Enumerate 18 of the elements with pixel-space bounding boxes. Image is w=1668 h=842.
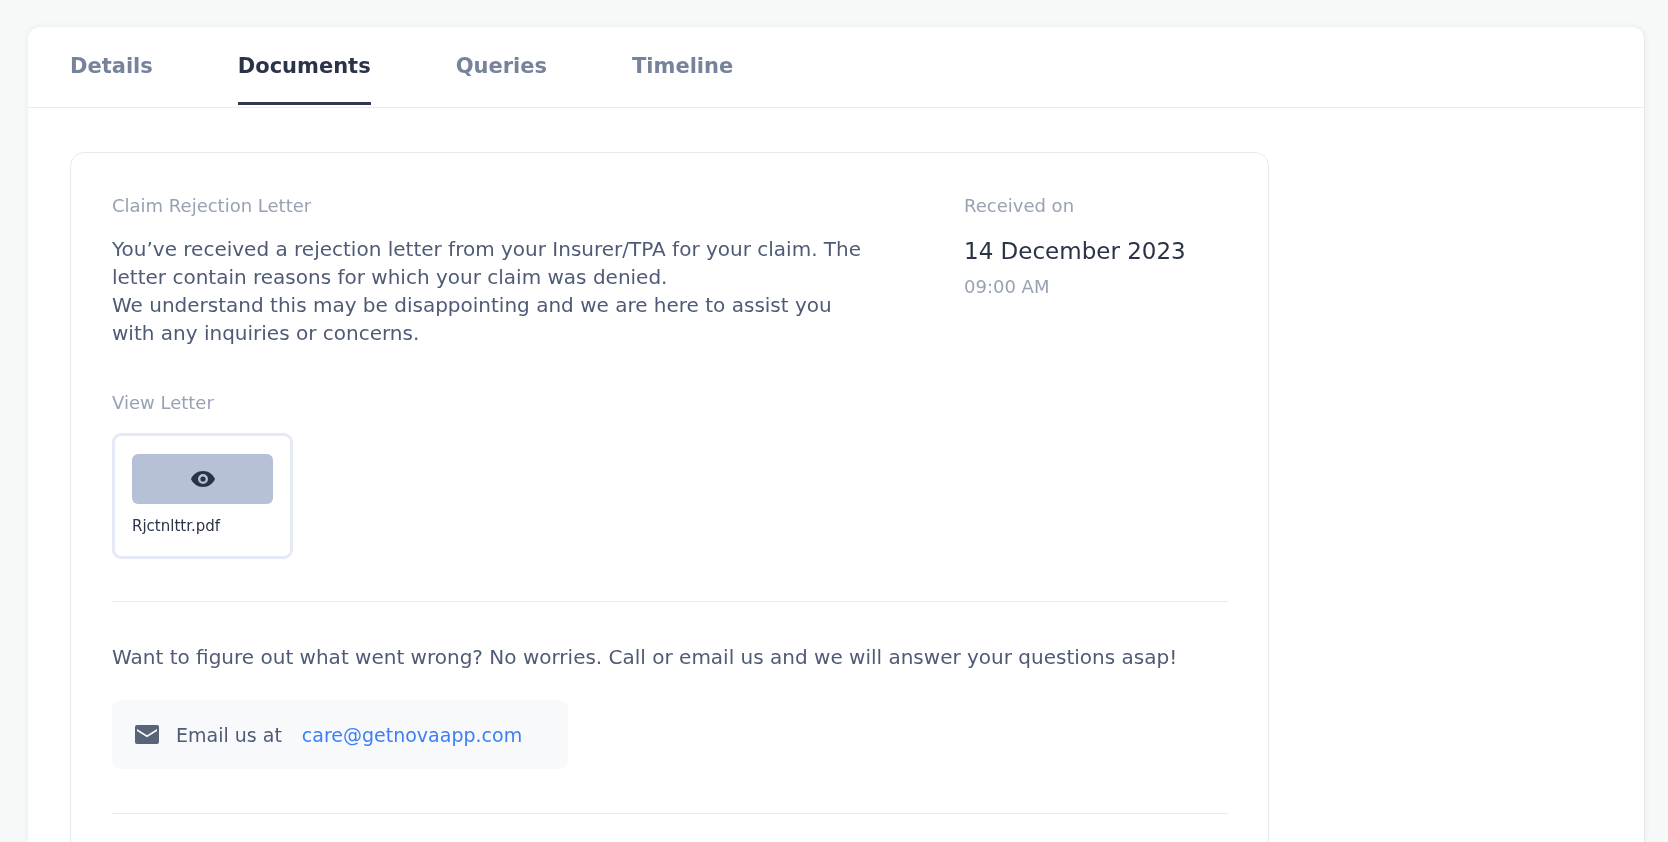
email-link[interactable]: care@getnovaapp.com xyxy=(301,723,523,746)
tab[interactable]: Timeline xyxy=(632,27,734,105)
tab[interactable]: Details xyxy=(70,27,153,105)
received-date: 14 December 2023 xyxy=(964,237,1186,266)
received-label: Received on xyxy=(964,194,1075,218)
eye-icon xyxy=(190,471,215,487)
letter-description: We understand this may be disappointing and we are here to assist you with any inquiries or concerns. xyxy=(112,292,833,347)
tab[interactable]: Documents xyxy=(237,27,371,105)
tab[interactable]: Queries xyxy=(455,27,547,105)
file-card[interactable]: Rjctnlttr.pdf xyxy=(112,433,293,559)
email-label: Email us at xyxy=(176,723,282,746)
file-name: Rjctnlttr.pdf xyxy=(132,516,221,536)
mail-icon xyxy=(135,725,159,744)
received-time: 09:00 AM xyxy=(964,275,1050,299)
letter-description: You’ve received a rejection letter from your Insurer/TPA for your claim. The letter contain reasons for which your claim was denied. xyxy=(112,236,863,291)
view-letter-label: View Letter xyxy=(112,391,214,415)
letter-title: Claim Rejection Letter xyxy=(112,194,312,218)
help-message: Want to figure out what went wrong? No worries. Call or email us and we will answer your questions asap! xyxy=(112,644,1178,671)
